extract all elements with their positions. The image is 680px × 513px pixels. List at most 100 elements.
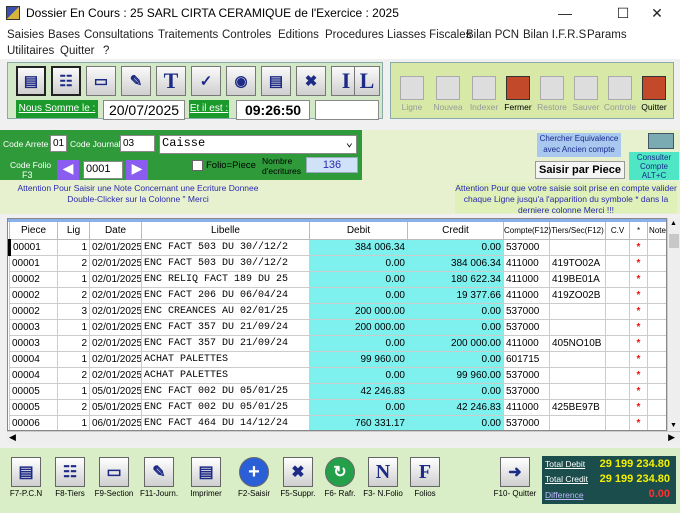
notebook-icon[interactable]: ✎ [121, 66, 151, 96]
folio-next-button[interactable]: ▶ [126, 160, 148, 180]
toolbar-letter-t[interactable]: T [156, 66, 186, 96]
grid-cell[interactable]: 760 331.17 [309, 415, 408, 430]
grid-header-cell[interactable]: Compte(F12) [503, 221, 551, 240]
grid-cell[interactable]: 99 960.00 [407, 367, 504, 384]
folio-piece-checkbox[interactable] [192, 160, 203, 171]
table-row[interactable]: 00002 1 02/01/2025 ENC RELIQ FACT 189 DU 25… [9, 271, 666, 288]
calculator-icon[interactable] [648, 133, 674, 149]
grid-cell[interactable] [647, 303, 666, 320]
grid-cell[interactable]: * [629, 351, 648, 368]
grid-cell[interactable]: 00005 [9, 383, 58, 400]
grid-cell[interactable] [605, 271, 630, 288]
table-row[interactable]: 00005 1 05/01/2025 ENC FACT 002 DU 05/01/25… [9, 383, 666, 400]
menu-consultations[interactable]: Consultations [84, 29, 154, 41]
grid-header-cell[interactable]: Piece [9, 221, 58, 240]
menu-procedures[interactable]: Procedures [325, 29, 384, 41]
grid-cell[interactable] [605, 319, 630, 336]
grid-cell[interactable] [647, 271, 666, 288]
grid-cell[interactable] [549, 351, 606, 368]
grid-cell[interactable] [647, 335, 666, 352]
grid-cell[interactable] [605, 351, 630, 368]
menu-liasses-fiscales[interactable]: Liasses Fiscales [387, 29, 471, 41]
scroll-left-icon[interactable]: ◀ [9, 432, 16, 443]
menu-bilan-pcn[interactable]: Bilan PCN [466, 29, 519, 41]
books-icon[interactable]: ☷ [51, 66, 81, 96]
grid-cell[interactable]: 0.00 [407, 383, 504, 400]
controle-button[interactable]: Controle [603, 66, 637, 112]
grid-cell[interactable]: * [629, 399, 648, 416]
grid-cell[interactable]: 02/01/2025 [89, 287, 142, 304]
quitter-button[interactable]: Quitter [637, 66, 671, 112]
grid-header-cell[interactable]: Tiers/Sec(F12) [549, 221, 606, 240]
grid-cell[interactable]: 2 [57, 399, 90, 416]
grid-header-cell[interactable]: Debit [309, 221, 408, 240]
menu-quitter[interactable]: Quitter [60, 45, 95, 57]
grid-cell[interactable]: ENC FACT 357 DU 21/09/24 [141, 335, 310, 352]
grid-cell[interactable]: 200 000.00 [309, 303, 408, 320]
grid-cell[interactable]: * [629, 383, 648, 400]
grid-cell[interactable]: 1 [57, 271, 90, 288]
grid-cell[interactable] [647, 255, 666, 272]
folders-icon[interactable]: ▭ [86, 66, 116, 96]
grid-cell[interactable]: 1 [57, 239, 90, 256]
grid-header-cell[interactable]: Libelle [141, 221, 310, 240]
menu-params[interactable]: Params [587, 29, 627, 41]
consulter-compte-button[interactable]: Consulter Compte ALT+C [629, 152, 679, 180]
grid-cell[interactable]: ACHAT PALETTES [141, 351, 310, 368]
indexer-button[interactable]: Indexer [467, 66, 501, 112]
grid-cell[interactable]: ENC FACT 002 DU 05/01/25 [141, 383, 310, 400]
grid-cell[interactable] [549, 383, 606, 400]
grid-cell[interactable]: 180 622.34 [407, 271, 504, 288]
grid-cell[interactable] [605, 383, 630, 400]
grid-cell[interactable]: 0.00 [407, 239, 504, 256]
grid-cell[interactable]: * [629, 239, 648, 256]
grid-cell[interactable]: ENC FACT 503 DU 30//12/2 [141, 255, 310, 272]
sauver-button[interactable]: Sauver [569, 66, 603, 112]
grid-cell[interactable]: 0.00 [407, 303, 504, 320]
grid-cell[interactable]: 05/01/2025 [89, 399, 142, 416]
grid-cell[interactable]: 00003 [9, 335, 58, 352]
table-row[interactable]: 00003 1 02/01/2025 ENC FACT 357 DU 21/09/24… [9, 319, 666, 336]
grid-cell[interactable]: 0.00 [407, 319, 504, 336]
pcn-button[interactable]: ▤ F7-P.C.N [6, 454, 46, 498]
grid-cell[interactable]: 1 [57, 319, 90, 336]
grid-cell[interactable] [647, 367, 666, 384]
grid-cell[interactable]: 0.00 [309, 255, 408, 272]
menu-utilitaires[interactable]: Utilitaires [7, 45, 54, 57]
grid-cell[interactable]: 537000 [503, 303, 550, 320]
fermer-button[interactable]: Fermer [501, 66, 535, 112]
grid-cell[interactable]: 00002 [9, 287, 58, 304]
grid-cell[interactable]: 537000 [503, 415, 550, 430]
grid-cell[interactable]: ENC FACT 357 DU 21/09/24 [141, 319, 310, 336]
grid-cell[interactable]: * [629, 287, 648, 304]
tiers-button[interactable]: ☷ F8-Tiers [50, 454, 90, 498]
document-icon[interactable]: ▤ [261, 66, 291, 96]
rafraichir-button[interactable]: ↻ F6- Rafr. [320, 454, 360, 498]
grid-cell[interactable] [605, 399, 630, 416]
grid-cell[interactable]: ENC FACT 464 DU 14/12/24 [141, 415, 310, 430]
grid-cell[interactable]: 0.00 [309, 287, 408, 304]
grid-cell[interactable]: 02/01/2025 [89, 335, 142, 352]
grid-cell[interactable]: 537000 [503, 383, 550, 400]
grid-cell[interactable] [647, 319, 666, 336]
grid-cell[interactable]: ENC FACT 206 DU 06/04/24 [141, 287, 310, 304]
grid-cell[interactable]: ENC RELIQ FACT 189 DU 25 [141, 271, 310, 288]
grid-cell[interactable]: 2 [57, 367, 90, 384]
grid-cell[interactable]: * [629, 319, 648, 336]
scroll-right-icon[interactable]: ▶ [668, 432, 675, 443]
grid-cell[interactable]: 537000 [503, 239, 550, 256]
grid-cell[interactable]: 02/01/2025 [89, 271, 142, 288]
grid-cell[interactable]: 1 [57, 415, 90, 430]
table-row[interactable]: 00004 2 02/01/2025 ACHAT PALETTES 0.00 99 960… [9, 367, 666, 384]
grid-cell[interactable]: 601715 [503, 351, 550, 368]
grid-cell[interactable] [647, 287, 666, 304]
entries-grid[interactable]: Piece Lig Date Libelle Debit Credit Compte(F12… [7, 218, 667, 431]
grid-cell[interactable] [647, 399, 666, 416]
table-row[interactable]: 00005 2 05/01/2025 ENC FACT 002 DU 05/01/25… [9, 399, 666, 416]
grid-cell[interactable]: 200 000.00 [309, 319, 408, 336]
grid-cell[interactable]: 0.00 [407, 415, 504, 430]
grid-cell[interactable]: 200 000.00 [407, 335, 504, 352]
folios-button[interactable]: F Folios [405, 454, 445, 498]
grid-cell[interactable] [647, 415, 666, 430]
journal-button[interactable]: ✎ F11-Journ. [138, 454, 180, 498]
